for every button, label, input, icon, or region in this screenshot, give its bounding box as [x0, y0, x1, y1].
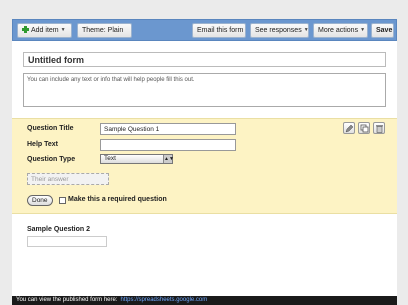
more-actions-button[interactable]: More actions ▼ [313, 23, 368, 38]
form-canvas: Untitled form You can include any text o… [12, 41, 397, 296]
question-2-answer-field [27, 236, 107, 247]
plus-icon [22, 26, 29, 33]
chevron-down-icon: ▼ [360, 27, 366, 33]
question-title-input[interactable]: Sample Question 1 [100, 123, 236, 135]
question-editor: Question Title Sample Question 1 Help Te… [12, 118, 397, 214]
save-button[interactable]: Save [371, 23, 394, 38]
duplicate-icon[interactable] [358, 122, 370, 134]
required-checkbox[interactable] [59, 197, 66, 204]
help-text-input[interactable] [100, 139, 236, 151]
form-description-input[interactable]: You can include any text or info that wi… [23, 73, 386, 107]
required-label: Make this a required question [68, 196, 167, 203]
footer-text: You can view the published form here: [16, 297, 118, 303]
see-responses-button[interactable]: See responses ▼ [250, 23, 309, 38]
answer-preview-field: Their answer [27, 173, 109, 185]
question-type-label: Question Type [27, 156, 76, 163]
edit-icon[interactable] [343, 122, 355, 134]
chevron-down-icon: ▼ [303, 27, 309, 33]
dropdown-arrow-icon: ▲▼ [163, 155, 174, 163]
question-2-title: Sample Question 2 [27, 226, 91, 233]
question-type-select[interactable]: Text ▲▼ [100, 154, 174, 164]
form-title-input[interactable]: Untitled form [23, 52, 386, 67]
help-text-label: Help Text [27, 141, 58, 148]
chevron-down-icon: ▼ [60, 27, 66, 33]
question-title-label: Question Title [27, 125, 74, 132]
add-item-button[interactable]: Add item ▼ [17, 23, 72, 38]
form-toolbar: Add item ▼ Theme: Plain Email this form S… [12, 19, 397, 41]
theme-button[interactable]: Theme: Plain [77, 23, 132, 38]
published-form-link[interactable]: https://spreadsheets.google.com [121, 297, 208, 303]
delete-icon[interactable] [373, 122, 385, 134]
done-button[interactable]: Done [27, 195, 53, 206]
email-form-button[interactable]: Email this form [192, 23, 246, 38]
published-form-footer: You can view the published form here: htt… [12, 296, 397, 305]
